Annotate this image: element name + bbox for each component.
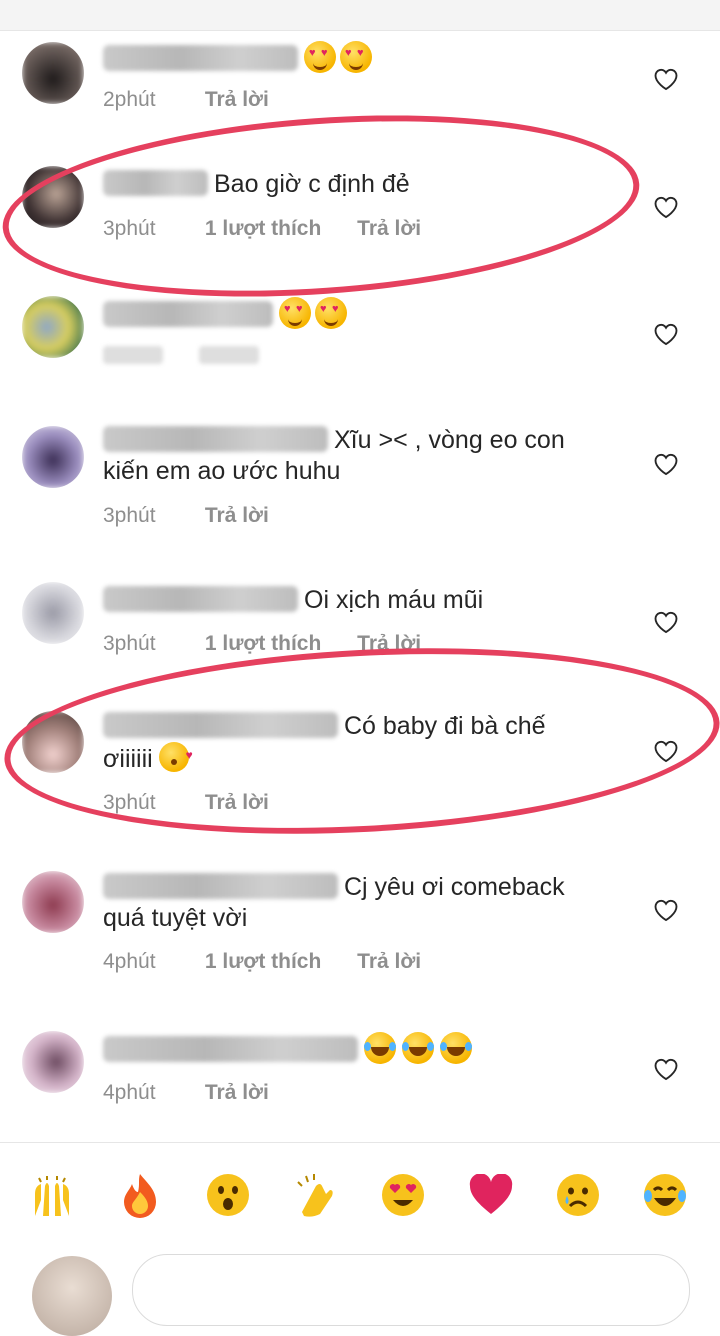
like-heart-icon[interactable]: [652, 1055, 680, 1081]
comment-time: 4phút: [103, 950, 156, 973]
comment-meta: 3phút 1 lượt thích Trả lời: [103, 217, 451, 241]
comment-meta: 3phút Trả lời: [103, 791, 299, 815]
reply-button[interactable]: Trả lời: [357, 217, 421, 241]
comment-meta: 4phút Trả lời: [103, 1081, 299, 1105]
comment-time: 4phút: [103, 1081, 156, 1104]
comment-time: 3phút: [103, 504, 156, 527]
surprised-face-icon[interactable]: [203, 1170, 253, 1220]
comment-item: ♥ ♥ ♥ ♥ 2phút Trả lời: [0, 30, 720, 130]
comment-text: Xĩu >< , vòng eo con kiến em ao ước huhu: [103, 426, 565, 485]
quick-emoji-bar: [0, 1160, 720, 1230]
avatar[interactable]: [22, 296, 84, 358]
reply-button[interactable]: Trả lời: [357, 950, 421, 974]
comment-text: Bao giờ c định đẻ: [103, 169, 623, 200]
heart-eyes-emoji: ♥ ♥: [279, 297, 311, 329]
like-heart-icon[interactable]: [652, 320, 680, 346]
comment-item: Xĩu >< , vòng eo con kiến em ao ước huhu …: [0, 420, 720, 550]
comment-text: Có baby đi bà chế ơiiiiii ♥: [103, 712, 546, 773]
heart-eyes-icon[interactable]: [378, 1170, 428, 1220]
comment-text: ♥ ♥ ♥ ♥: [103, 41, 623, 75]
comment-meta: 3phút Trả lời: [103, 504, 299, 528]
username-blurred[interactable]: [103, 426, 328, 452]
likes-count[interactable]: 1 lượt thích: [205, 950, 321, 974]
likes-count[interactable]: 1 lượt thích: [205, 632, 321, 656]
comment-item: Bao giờ c định đẻ 3phút 1 lượt thích Trả…: [0, 160, 720, 270]
comment-meta-blurred: [103, 346, 289, 370]
fire-icon[interactable]: [115, 1170, 165, 1220]
username-blurred[interactable]: [103, 301, 273, 327]
comment-item: Cj yêu ơi comeback quá tuyệt vời 4phút 1 …: [0, 865, 720, 995]
avatar[interactable]: [22, 166, 84, 228]
username-blurred[interactable]: [103, 45, 298, 71]
divider: [0, 1142, 720, 1143]
like-heart-icon[interactable]: [652, 65, 680, 91]
username-blurred[interactable]: [103, 1036, 358, 1062]
comment-time: 3phút: [103, 632, 156, 655]
avatar[interactable]: [22, 871, 84, 933]
username-blurred[interactable]: [103, 170, 208, 196]
comment-item: Oi xịch máu mũi 3phút 1 lượt thích Trả l…: [0, 580, 720, 680]
raising-hands-icon[interactable]: [27, 1170, 77, 1220]
clapping-hands-icon[interactable]: [290, 1170, 340, 1220]
heart-eyes-emoji: ♥ ♥: [304, 41, 336, 73]
like-heart-icon[interactable]: [652, 193, 680, 219]
tears-of-joy-emoji: [364, 1032, 396, 1064]
comment-text: [103, 1032, 623, 1066]
reply-button[interactable]: Trả lời: [357, 632, 421, 656]
username-blurred[interactable]: [103, 873, 338, 899]
my-avatar[interactable]: [32, 1256, 112, 1336]
comment-text: Cj yêu ơi comeback quá tuyệt vời: [103, 873, 565, 932]
comment-text: Oi xịch máu mũi: [103, 585, 623, 616]
like-heart-icon[interactable]: [652, 737, 680, 763]
username-blurred[interactable]: [103, 586, 298, 612]
avatar[interactable]: [22, 1031, 84, 1093]
avatar[interactable]: [22, 711, 84, 773]
top-bar: [0, 0, 720, 31]
comment-meta: 3phút 1 lượt thích Trả lời: [103, 632, 451, 656]
comment-text: ♥ ♥ ♥ ♥: [103, 297, 623, 331]
like-heart-icon[interactable]: [652, 896, 680, 922]
username-blurred[interactable]: [103, 712, 338, 738]
comment-item: ♥ ♥ ♥ ♥: [0, 290, 720, 390]
comment-input-row: [0, 1240, 720, 1336]
avatar[interactable]: [22, 426, 84, 488]
heart-eyes-emoji: ♥ ♥: [340, 41, 372, 73]
heart-eyes-emoji: ♥ ♥: [315, 297, 347, 329]
comment-item: 4phút Trả lời: [0, 1025, 720, 1125]
reply-button[interactable]: Trả lời: [205, 88, 269, 112]
comment-input[interactable]: [132, 1254, 690, 1326]
reply-button[interactable]: Trả lời: [205, 791, 269, 815]
crying-face-icon[interactable]: [553, 1170, 603, 1220]
reply-button[interactable]: Trả lời: [205, 1081, 269, 1105]
comment-item: Có baby đi bà chế ơiiiiii ♥ 3phút Trả lời: [0, 705, 720, 835]
tears-of-joy-emoji: [402, 1032, 434, 1064]
likes-count[interactable]: 1 lượt thích: [205, 217, 321, 241]
tears-of-joy-icon[interactable]: [640, 1170, 690, 1220]
like-heart-icon[interactable]: [652, 608, 680, 634]
reply-button[interactable]: Trả lời: [205, 504, 269, 528]
tears-of-joy-emoji: [440, 1032, 472, 1064]
comment-time: 3phút: [103, 791, 156, 814]
avatar[interactable]: [22, 582, 84, 644]
kissing-face-emoji: ♥: [158, 742, 193, 772]
comment-time: 2phút: [103, 88, 156, 111]
comment-meta: 2phút Trả lời: [103, 88, 299, 112]
avatar[interactable]: [22, 42, 84, 104]
like-heart-icon[interactable]: [652, 450, 680, 476]
red-heart-icon[interactable]: [466, 1170, 516, 1220]
comment-time: 3phút: [103, 217, 156, 240]
comment-meta: 4phút 1 lượt thích Trả lời: [103, 950, 451, 974]
